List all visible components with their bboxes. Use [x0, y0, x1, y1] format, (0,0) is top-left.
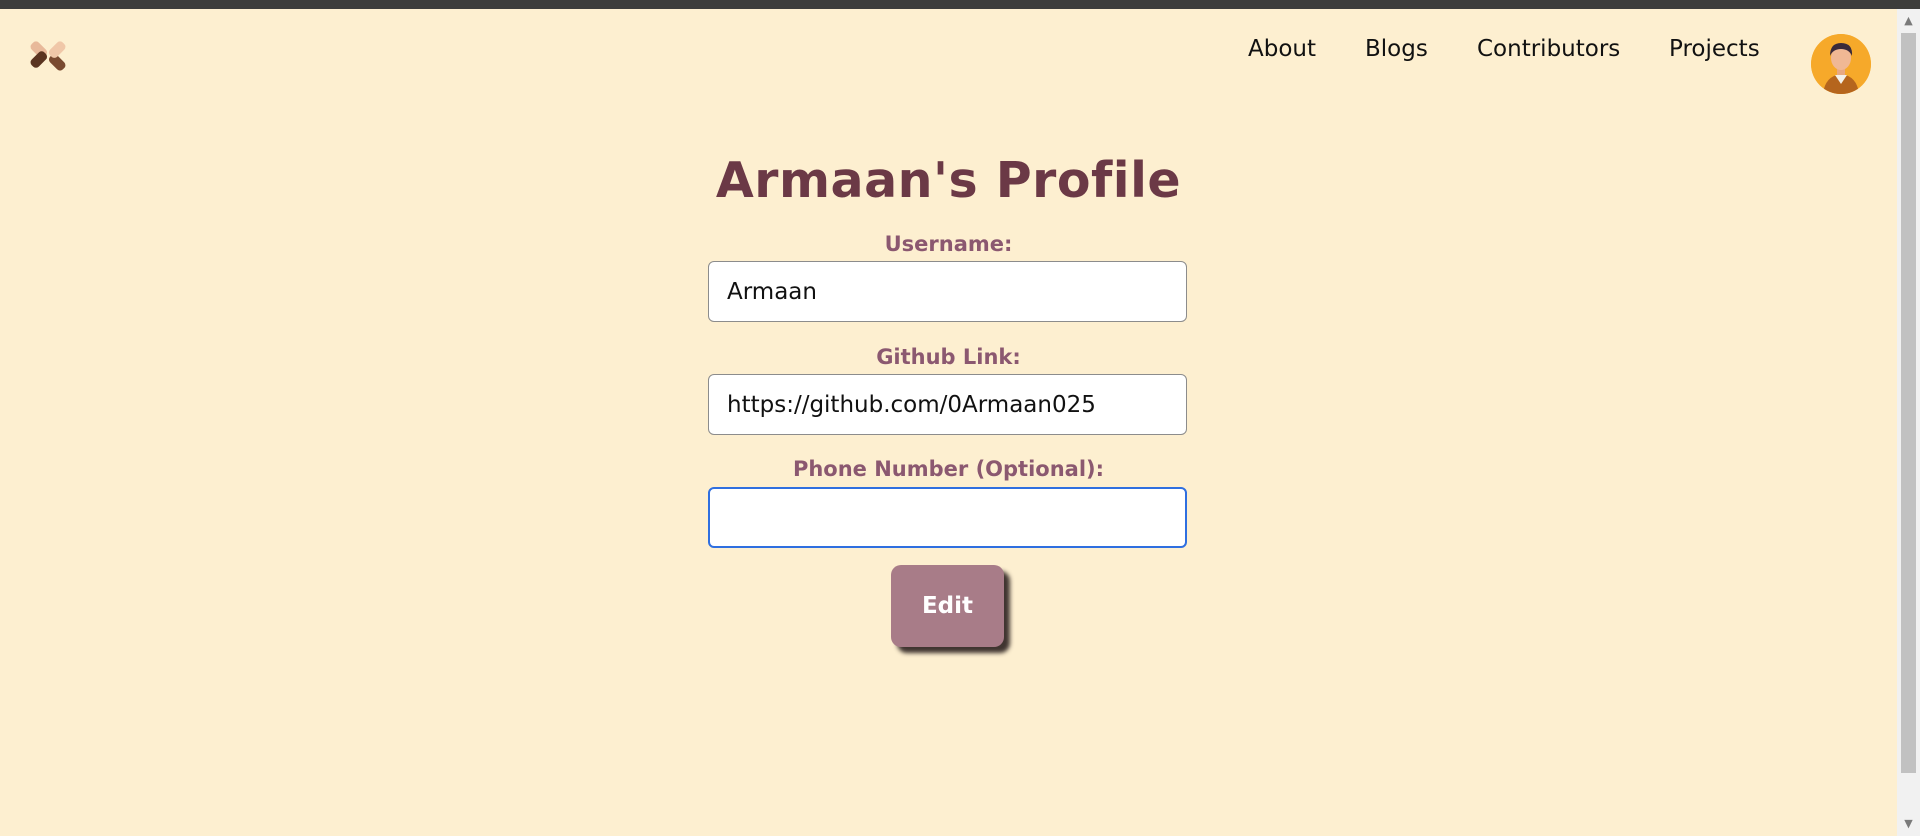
edit-button[interactable]: Edit — [891, 565, 1004, 647]
phone-number-label: Phone Number (Optional): — [792, 457, 1105, 481]
username-label: Username: — [884, 232, 1013, 256]
nav-link-contributors[interactable]: Contributors — [1477, 36, 1620, 62]
github-link-label: Github Link: — [876, 345, 1021, 369]
top-navigation: About Blogs Contributors Projects — [0, 28, 1897, 76]
profile-title: Armaan's Profile — [715, 152, 1182, 209]
github-link-input[interactable] — [708, 374, 1187, 435]
nav-link-projects[interactable]: Projects — [1669, 36, 1760, 62]
vertical-scrollbar[interactable]: ▲ ▼ — [1897, 9, 1920, 836]
nav-link-about[interactable]: About — [1248, 36, 1316, 62]
scroll-down-arrow-icon[interactable]: ▼ — [1897, 814, 1920, 834]
browser-top-bar — [0, 0, 1920, 9]
nav-link-blogs[interactable]: Blogs — [1365, 36, 1428, 62]
phone-number-input[interactable] — [708, 487, 1187, 548]
username-input[interactable] — [708, 261, 1187, 322]
user-avatar-icon[interactable] — [1811, 34, 1871, 94]
scroll-up-arrow-icon[interactable]: ▲ — [1897, 11, 1920, 31]
scrollbar-thumb[interactable] — [1901, 33, 1916, 773]
